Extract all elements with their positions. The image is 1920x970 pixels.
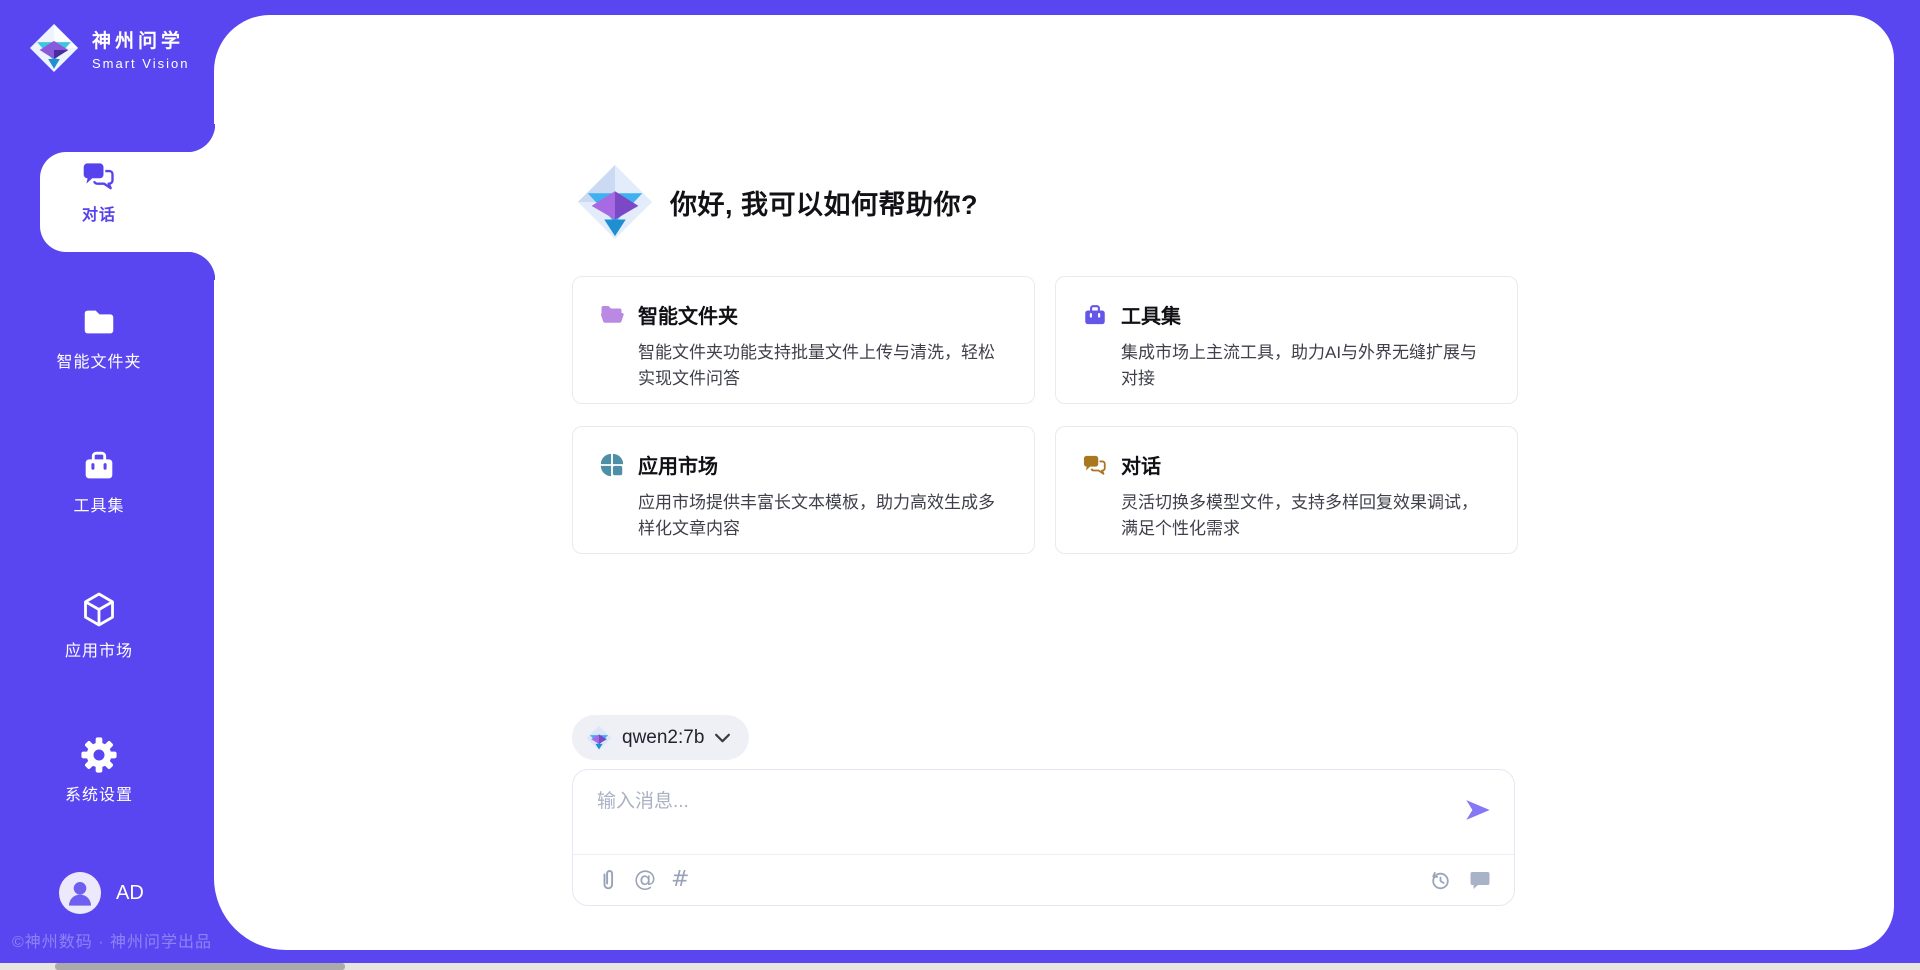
sidebar-item-smart-folder[interactable]: 智能文件夹 [0, 303, 198, 372]
chevron-down-icon [714, 732, 731, 744]
card-description: 灵活切换多模型文件，支持多样回复效果调试，满足个性化需求 [1121, 490, 1491, 541]
copyright-text: ©神州数码 · 神州问学出品 [12, 928, 212, 952]
mention-button[interactable]: @ [634, 869, 656, 891]
horizontal-scrollbar[interactable] [0, 963, 1920, 970]
hashtag-button[interactable]: # [671, 869, 689, 891]
greeting-text: 你好, 我可以如何帮助你? [670, 183, 978, 222]
paperclip-icon [597, 868, 619, 892]
open-folder-icon [599, 302, 625, 328]
card-description: 智能文件夹功能支持批量文件上传与清洗，轻松实现文件问答 [638, 340, 1008, 391]
sidebar-item-toolset[interactable]: 工具集 [0, 447, 198, 516]
toolbox-icon [1082, 302, 1108, 328]
chat-bubble-button[interactable] [1468, 868, 1492, 892]
gear-icon [80, 736, 118, 774]
sidebar-item-chat[interactable]: 对话 [0, 158, 198, 225]
hashtag-icon: # [671, 869, 689, 891]
user-name: AD [116, 882, 144, 905]
scrollbar-thumb[interactable] [55, 963, 345, 970]
sidebar-item-app-market[interactable]: 应用市场 [0, 590, 198, 661]
sidebar-item-label: 应用市场 [65, 637, 133, 661]
avatar [59, 872, 101, 914]
card-description: 应用市场提供丰富长文本模板，助力高效生成多样化文章内容 [638, 490, 1008, 541]
model-selector[interactable]: qwen2:7b [572, 715, 749, 760]
brand-name: 神州问学 [92, 26, 189, 53]
message-input[interactable] [597, 786, 1444, 846]
main-content-panel: 你好, 我可以如何帮助你? 智能文件夹 智能文件夹功能支持批量文件上传与清洗，轻… [214, 15, 1894, 950]
history-button[interactable] [1428, 868, 1452, 892]
model-diamond-logo-icon [586, 725, 612, 751]
send-icon [1464, 796, 1492, 824]
brand-diamond-logo-icon [28, 22, 80, 74]
sidebar-item-label: 对话 [82, 201, 116, 225]
mention-icon: @ [634, 869, 656, 891]
card-toolset[interactable]: 工具集 集成市场上主流工具，助力AI与外界无缝扩展与对接 [1055, 276, 1518, 404]
chat-icon [81, 158, 117, 194]
greeting: 你好, 我可以如何帮助你? [576, 163, 978, 241]
toolbox-icon [80, 447, 118, 485]
brand: 神州问学 Smart Vision [28, 22, 189, 74]
sidebar: 神州问学 Smart Vision 对话 智能文件夹 [0, 0, 214, 970]
composer-divider [573, 854, 1514, 855]
feature-cards: 智能文件夹 智能文件夹功能支持批量文件上传与清洗，轻松实现文件问答 工具集 集成… [572, 276, 1520, 554]
card-chat[interactable]: 对话 灵活切换多模型文件，支持多样回复效果调试，满足个性化需求 [1055, 426, 1518, 554]
folder-icon [80, 303, 118, 341]
card-title: 智能文件夹 [638, 300, 738, 329]
card-title: 对话 [1121, 450, 1161, 479]
card-smart-folder[interactable]: 智能文件夹 智能文件夹功能支持批量文件上传与清洗，轻松实现文件问答 [572, 276, 1035, 404]
chat-bubble-icon [1468, 868, 1492, 892]
chat-icon [1082, 452, 1108, 478]
send-button[interactable] [1464, 796, 1492, 824]
brand-subtitle: Smart Vision [92, 56, 189, 71]
user-account[interactable]: AD [59, 872, 144, 914]
sidebar-item-label: 智能文件夹 [56, 348, 141, 372]
history-clock-icon [1428, 868, 1452, 892]
sidebar-item-label: 系统设置 [65, 781, 133, 805]
message-composer: @ # [572, 769, 1515, 906]
attachment-button[interactable] [597, 868, 619, 892]
card-title: 工具集 [1121, 300, 1181, 329]
card-title: 应用市场 [638, 450, 718, 479]
sidebar-item-label: 工具集 [73, 492, 124, 516]
card-app-market[interactable]: 应用市场 应用市场提供丰富长文本模板，助力高效生成多样化文章内容 [572, 426, 1035, 554]
model-name: qwen2:7b [622, 727, 704, 749]
cube-icon [79, 590, 119, 630]
sidebar-item-settings[interactable]: 系统设置 [0, 736, 198, 805]
greeting-diamond-logo-icon [576, 163, 654, 241]
grid-icon [599, 452, 625, 478]
card-description: 集成市场上主流工具，助力AI与外界无缝扩展与对接 [1121, 340, 1491, 391]
